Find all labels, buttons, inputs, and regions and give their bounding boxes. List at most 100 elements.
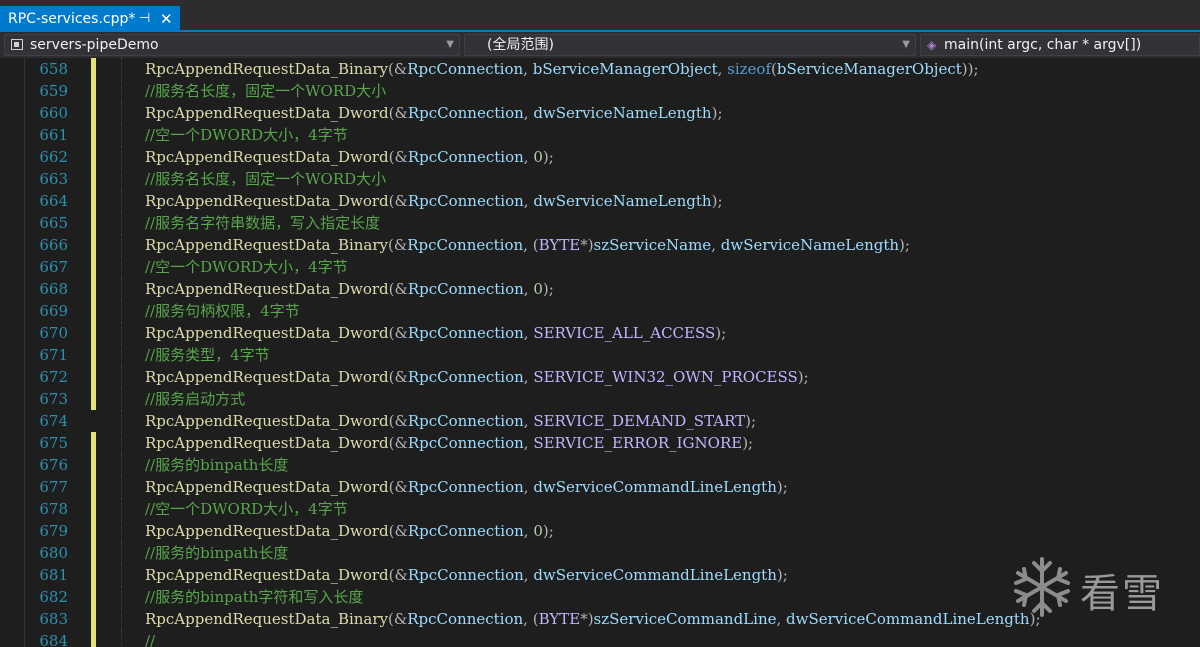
code-text[interactable]: //服务的binpath长度 — [145, 542, 288, 564]
code-token: , — [523, 192, 534, 210]
scope-dropdown[interactable]: (全局范围) ▼ — [464, 34, 916, 56]
close-icon[interactable]: ✕ — [160, 6, 173, 32]
pin-icon[interactable]: ⊣ — [139, 6, 150, 32]
code-text[interactable]: RpcAppendRequestData_Binary(&RpcConnecti… — [145, 234, 910, 256]
code-text[interactable]: //空一个DWORD大小，4字节 — [145, 256, 348, 278]
code-token: (& — [388, 236, 408, 254]
code-line[interactable]: 672 RpcAppendRequestData_Dword(&RpcConnec… — [0, 366, 1200, 388]
code-token: , — [523, 412, 534, 430]
code-token: RpcConnection — [407, 192, 524, 210]
code-text[interactable]: //服务的binpath字符和写入长度 — [145, 586, 363, 608]
code-token: RpcAppendRequestData_Dword — [145, 566, 389, 584]
tab-rpc-services[interactable]: RPC-services.cpp* ⊣ ✕ — [0, 6, 180, 32]
code-text[interactable]: RpcAppendRequestData_Dword(&RpcConnectio… — [145, 190, 723, 212]
project-label: servers-pipeDemo — [30, 37, 159, 53]
code-line[interactable]: 677 RpcAppendRequestData_Dword(&RpcConnec… — [0, 476, 1200, 498]
project-dropdown[interactable]: servers-pipeDemo ▼ — [4, 34, 460, 56]
code-token: ); — [711, 104, 723, 122]
code-line[interactable]: 661 //空一个DWORD大小，4字节 — [0, 124, 1200, 146]
code-line[interactable]: 664 RpcAppendRequestData_Dword(&RpcConnec… — [0, 190, 1200, 212]
change-marker — [91, 300, 96, 322]
code-token: , — [523, 104, 534, 122]
code-text[interactable]: RpcAppendRequestData_Dword(&RpcConnectio… — [145, 146, 554, 168]
code-token: RpcConnection — [407, 610, 524, 628]
code-line[interactable]: 663 //服务名长度，固定一个WORD大小 — [0, 168, 1200, 190]
code-line[interactable]: 670 RpcAppendRequestData_Dword(&RpcConnec… — [0, 322, 1200, 344]
code-text[interactable]: RpcAppendRequestData_Dword(&RpcConnectio… — [145, 410, 756, 432]
code-text[interactable]: //服务的binpath长度 — [145, 454, 288, 476]
change-marker — [91, 520, 96, 542]
code-line[interactable]: 675 RpcAppendRequestData_Dword(&RpcConnec… — [0, 432, 1200, 454]
code-token: RpcAppendRequestData_Dword — [145, 412, 389, 430]
code-line[interactable]: 660 RpcAppendRequestData_Dword(&RpcConnec… — [0, 102, 1200, 124]
code-text[interactable]: RpcAppendRequestData_Dword(&RpcConnectio… — [145, 322, 726, 344]
code-line[interactable]: 659 //服务名长度，固定一个WORD大小 — [0, 80, 1200, 102]
code-text[interactable]: // — [145, 630, 155, 647]
member-dropdown[interactable]: ◈ main(int argc, char * argv[]) — [920, 34, 1200, 56]
code-token: RpcConnection — [407, 434, 524, 452]
change-marker — [91, 102, 96, 124]
code-text[interactable]: //服务名长度，固定一个WORD大小 — [145, 80, 386, 102]
code-token: RpcAppendRequestData_Binary — [145, 60, 389, 78]
code-token: dwServiceNameLength — [720, 236, 900, 254]
code-line[interactable]: 676 //服务的binpath长度 — [0, 454, 1200, 476]
indent-guide — [121, 608, 123, 630]
code-line[interactable]: 666 RpcAppendRequestData_Binary(&RpcConne… — [0, 234, 1200, 256]
indent-guide — [121, 278, 123, 300]
code-text[interactable]: //空一个DWORD大小，4字节 — [145, 124, 348, 146]
code-token: RpcAppendRequestData_Dword — [145, 368, 389, 386]
code-line[interactable]: 658 RpcAppendRequestData_Binary(&RpcConne… — [0, 58, 1200, 80]
code-text[interactable]: RpcAppendRequestData_Dword(&RpcConnectio… — [145, 520, 554, 542]
code-line[interactable]: 684 // — [0, 630, 1200, 647]
code-token: ); — [542, 148, 554, 166]
indent-guide — [121, 498, 123, 520]
code-line[interactable]: 665 //服务名字符串数据，写入指定长度 — [0, 212, 1200, 234]
indent-guide — [121, 146, 123, 168]
code-line[interactable]: 673 //服务启动方式 — [0, 388, 1200, 410]
code-text[interactable]: RpcAppendRequestData_Dword(&RpcConnectio… — [145, 278, 554, 300]
chevron-down-icon: ▼ — [446, 39, 454, 50]
code-token: //服务类型，4字节 — [145, 346, 270, 364]
indent-guide — [121, 300, 123, 322]
code-text[interactable]: RpcAppendRequestData_Dword(&RpcConnectio… — [145, 432, 753, 454]
code-line[interactable]: 669 //服务句柄权限，4字节 — [0, 300, 1200, 322]
code-token: dwServiceCommandLineLength — [786, 610, 1030, 628]
code-line[interactable]: 671 //服务类型，4字节 — [0, 344, 1200, 366]
code-text[interactable]: //服务启动方式 — [145, 388, 245, 410]
code-token: RpcAppendRequestData_Dword — [145, 192, 389, 210]
indent-guide — [121, 344, 123, 366]
code-text[interactable]: //服务名字符串数据，写入指定长度 — [145, 212, 380, 234]
code-text[interactable]: RpcAppendRequestData_Binary(&RpcConnecti… — [145, 58, 979, 80]
code-line[interactable]: 667 //空一个DWORD大小，4字节 — [0, 256, 1200, 278]
code-token: dwServiceCommandLineLength — [533, 478, 777, 496]
change-marker — [91, 388, 96, 410]
code-token: SERVICE_WIN32_OWN_PROCESS — [533, 368, 798, 386]
code-text[interactable]: //服务句柄权限，4字节 — [145, 300, 300, 322]
code-token: SERVICE_ERROR_IGNORE — [533, 434, 743, 452]
code-token: (& — [388, 610, 408, 628]
code-token: 0 — [533, 148, 543, 166]
code-text[interactable]: //服务类型，4字节 — [145, 344, 270, 366]
code-text[interactable]: RpcAppendRequestData_Binary(&RpcConnecti… — [145, 608, 1041, 630]
code-token: ); — [797, 368, 809, 386]
code-text[interactable]: //空一个DWORD大小，4字节 — [145, 498, 348, 520]
code-token: , — [523, 368, 534, 386]
code-text[interactable]: //服务名长度，固定一个WORD大小 — [145, 168, 386, 190]
code-token: RpcConnection — [407, 566, 524, 584]
indent-guide — [121, 564, 123, 586]
code-text[interactable]: RpcAppendRequestData_Dword(&RpcConnectio… — [145, 102, 723, 124]
code-line[interactable]: 679 RpcAppendRequestData_Dword(&RpcConnec… — [0, 520, 1200, 542]
code-line[interactable]: 668 RpcAppendRequestData_Dword(&RpcConnec… — [0, 278, 1200, 300]
code-line[interactable]: 678 //空一个DWORD大小，4字节 — [0, 498, 1200, 520]
indent-guide — [121, 542, 123, 564]
code-token: , — [523, 60, 533, 78]
code-line[interactable]: 662 RpcAppendRequestData_Dword(&RpcConnec… — [0, 146, 1200, 168]
code-line[interactable]: 674 RpcAppendRequestData_Dword(&RpcConnec… — [0, 410, 1200, 432]
code-text[interactable]: RpcAppendRequestData_Dword(&RpcConnectio… — [145, 476, 788, 498]
line-number: 683 — [39, 610, 68, 628]
indent-guide — [121, 586, 123, 608]
code-text[interactable]: RpcAppendRequestData_Dword(&RpcConnectio… — [145, 564, 788, 586]
code-text[interactable]: RpcAppendRequestData_Dword(&RpcConnectio… — [145, 366, 809, 388]
code-token: SERVICE_DEMAND_START — [533, 412, 746, 430]
code-token: , — [523, 478, 534, 496]
